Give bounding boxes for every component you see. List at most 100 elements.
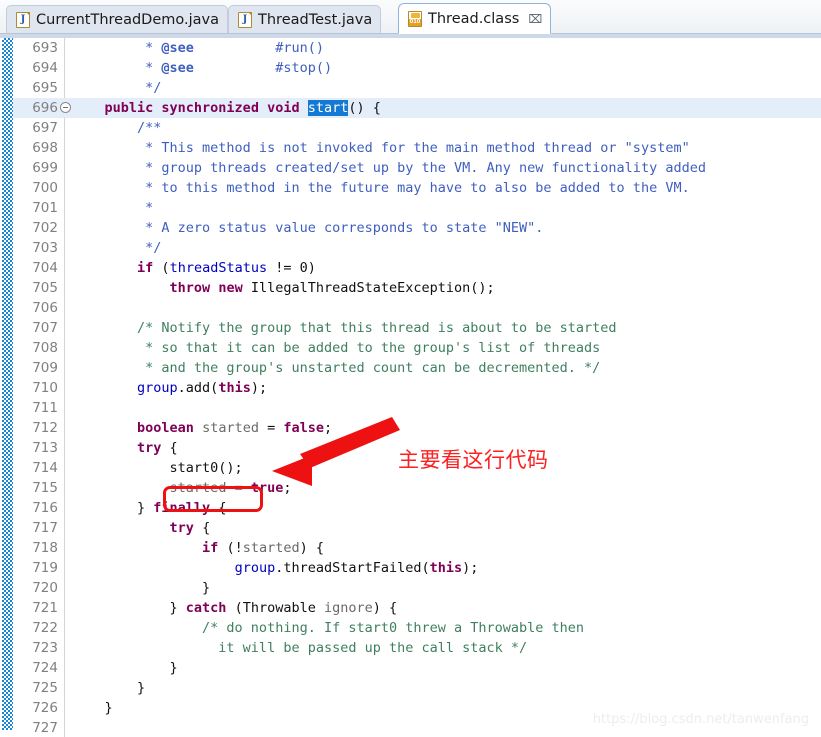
java-file-icon <box>16 11 30 28</box>
code-token: * <box>72 40 162 56</box>
code-line[interactable]: 703 */ <box>0 238 821 258</box>
line-number: 722 <box>32 620 58 636</box>
line-number: 696 <box>32 100 58 116</box>
code-lines[interactable]: 693 * @see #run() 694 * @see #stop() 695 *… <box>0 38 821 737</box>
line-source: } <box>72 678 145 698</box>
code-token: * <box>72 200 154 216</box>
line-source: } <box>72 698 113 718</box>
code-line[interactable]: 694 * @see #stop() <box>0 58 821 78</box>
tab-currentthreaddemo-java[interactable]: CurrentThreadDemo.java <box>6 5 228 33</box>
code-token: finally <box>153 500 211 516</box>
code-token: } <box>72 680 146 696</box>
code-line[interactable]: 718 if (!started) { <box>0 538 821 558</box>
code-line[interactable]: 702 * A zero status value corresponds to… <box>0 218 821 238</box>
line-number: 693 <box>32 40 58 56</box>
code-line[interactable]: 706 <box>0 298 821 318</box>
code-token: */ <box>72 80 162 96</box>
close-icon[interactable]: ⌧ <box>528 13 542 25</box>
code-token: */ <box>72 240 162 256</box>
line-number: 723 <box>32 640 58 656</box>
code-line[interactable]: 719 group.threadStartFailed(this); <box>0 558 821 578</box>
line-source: * <box>72 198 153 218</box>
line-source: * and the group's unstarted count can be… <box>72 358 600 378</box>
code-line[interactable]: 699 * group threads created/set up by th… <box>0 158 821 178</box>
source-editor[interactable]: 693 * @see #run() 694 * @see #stop() 695 *… <box>0 34 821 737</box>
code-line[interactable]: 721 } catch (Throwable ignore) { <box>0 598 821 618</box>
code-line[interactable]: 701 * <box>0 198 821 218</box>
code-line[interactable]: 695 */ <box>0 78 821 98</box>
code-line[interactable]: 708 * so that it can be added to the gro… <box>0 338 821 358</box>
code-token: ); <box>462 560 479 576</box>
line-number: 727 <box>32 720 58 736</box>
code-token: it will be passed up the call stack */ <box>72 640 528 656</box>
code-token: * to this method in the future may have … <box>72 180 690 196</box>
code-line[interactable]: 709 * and the group's unstarted count ca… <box>0 358 821 378</box>
line-number: 720 <box>32 580 58 596</box>
tab-thread-class[interactable]: Thread.class ⌧ <box>398 3 552 34</box>
code-token: throw new <box>169 280 243 296</box>
code-line[interactable]: 724 } <box>0 658 821 678</box>
code-line[interactable]: 715 started = true; <box>0 478 821 498</box>
code-line[interactable]: 723 it will be passed up the call stack … <box>0 638 821 658</box>
code-line[interactable]: 696 public synchronized void start() { <box>0 98 821 118</box>
code-token: ); <box>250 380 268 396</box>
line-source: } finally { <box>72 498 226 518</box>
code-token: if <box>137 260 154 276</box>
code-token: @see <box>161 40 194 56</box>
fold-collapse-icon[interactable] <box>60 102 71 113</box>
line-source: if (threadStatus != 0) <box>72 258 316 278</box>
line-number: 697 <box>32 120 58 136</box>
code-token: true <box>250 480 284 496</box>
code-line[interactable]: 697 /** <box>0 118 821 138</box>
line-number: 712 <box>32 420 58 436</box>
code-line[interactable]: 722 /* do nothing. If start0 threw a Thr… <box>0 618 821 638</box>
code-line[interactable]: 700 * to this method in the future may h… <box>0 178 821 198</box>
code-token: threadStatus <box>169 260 268 276</box>
code-token: try <box>137 440 162 456</box>
line-number: 699 <box>32 160 58 176</box>
line-number: 716 <box>32 500 58 516</box>
line-source: * to this method in the future may have … <box>72 178 690 198</box>
code-token: false <box>283 420 325 436</box>
code-token: boolean <box>137 420 194 436</box>
code-line[interactable]: 693 * @see #run() <box>0 38 821 58</box>
code-line[interactable]: 704 if (threadStatus != 0) <box>0 258 821 278</box>
code-line[interactable]: 711 <box>0 398 821 418</box>
line-source: */ <box>72 238 161 258</box>
code-token: if <box>202 540 219 556</box>
code-token: = <box>226 480 251 496</box>
line-number: 718 <box>32 540 58 556</box>
watermark: https://blog.csdn.net/tanwenfang <box>592 712 809 727</box>
tab-threadtest-java[interactable]: ThreadTest.java <box>228 5 382 33</box>
code-line[interactable]: 716 } finally { <box>0 498 821 518</box>
code-token: } <box>72 600 186 616</box>
line-number: 726 <box>32 700 58 716</box>
code-line[interactable]: 720 } <box>0 578 821 598</box>
code-line[interactable]: 712 boolean started = false; <box>0 418 821 438</box>
code-line[interactable]: 710 group.add(this); <box>0 378 821 398</box>
line-source: * A zero status value corresponds to sta… <box>72 218 543 238</box>
code-token: } <box>72 700 113 716</box>
code-token: * and the group's unstarted count can be… <box>72 360 601 376</box>
code-line[interactable]: 707 /* Notify the group that this thread… <box>0 318 821 338</box>
code-token: (Throwable <box>226 600 324 616</box>
code-token: try <box>169 520 194 536</box>
code-token: /* do nothing. If start0 threw a Throwab… <box>72 620 585 636</box>
line-source: group.threadStartFailed(this); <box>72 558 479 578</box>
line-number: 700 <box>32 180 58 196</box>
code-line[interactable]: 705 throw new IllegalThreadStateExceptio… <box>0 278 821 298</box>
code-token: } <box>72 500 154 516</box>
line-number: 702 <box>32 220 58 236</box>
code-line[interactable]: 725 } <box>0 678 821 698</box>
line-source: group.add(this); <box>72 378 267 398</box>
code-token: catch <box>185 600 227 616</box>
line-number: 711 <box>32 400 58 416</box>
line-source: /* Notify the group that this thread is … <box>72 318 617 338</box>
line-source: boolean started = false; <box>72 418 332 438</box>
code-line[interactable]: 717 try { <box>0 518 821 538</box>
code-line[interactable]: 698 * This method is not invoked for the… <box>0 138 821 158</box>
